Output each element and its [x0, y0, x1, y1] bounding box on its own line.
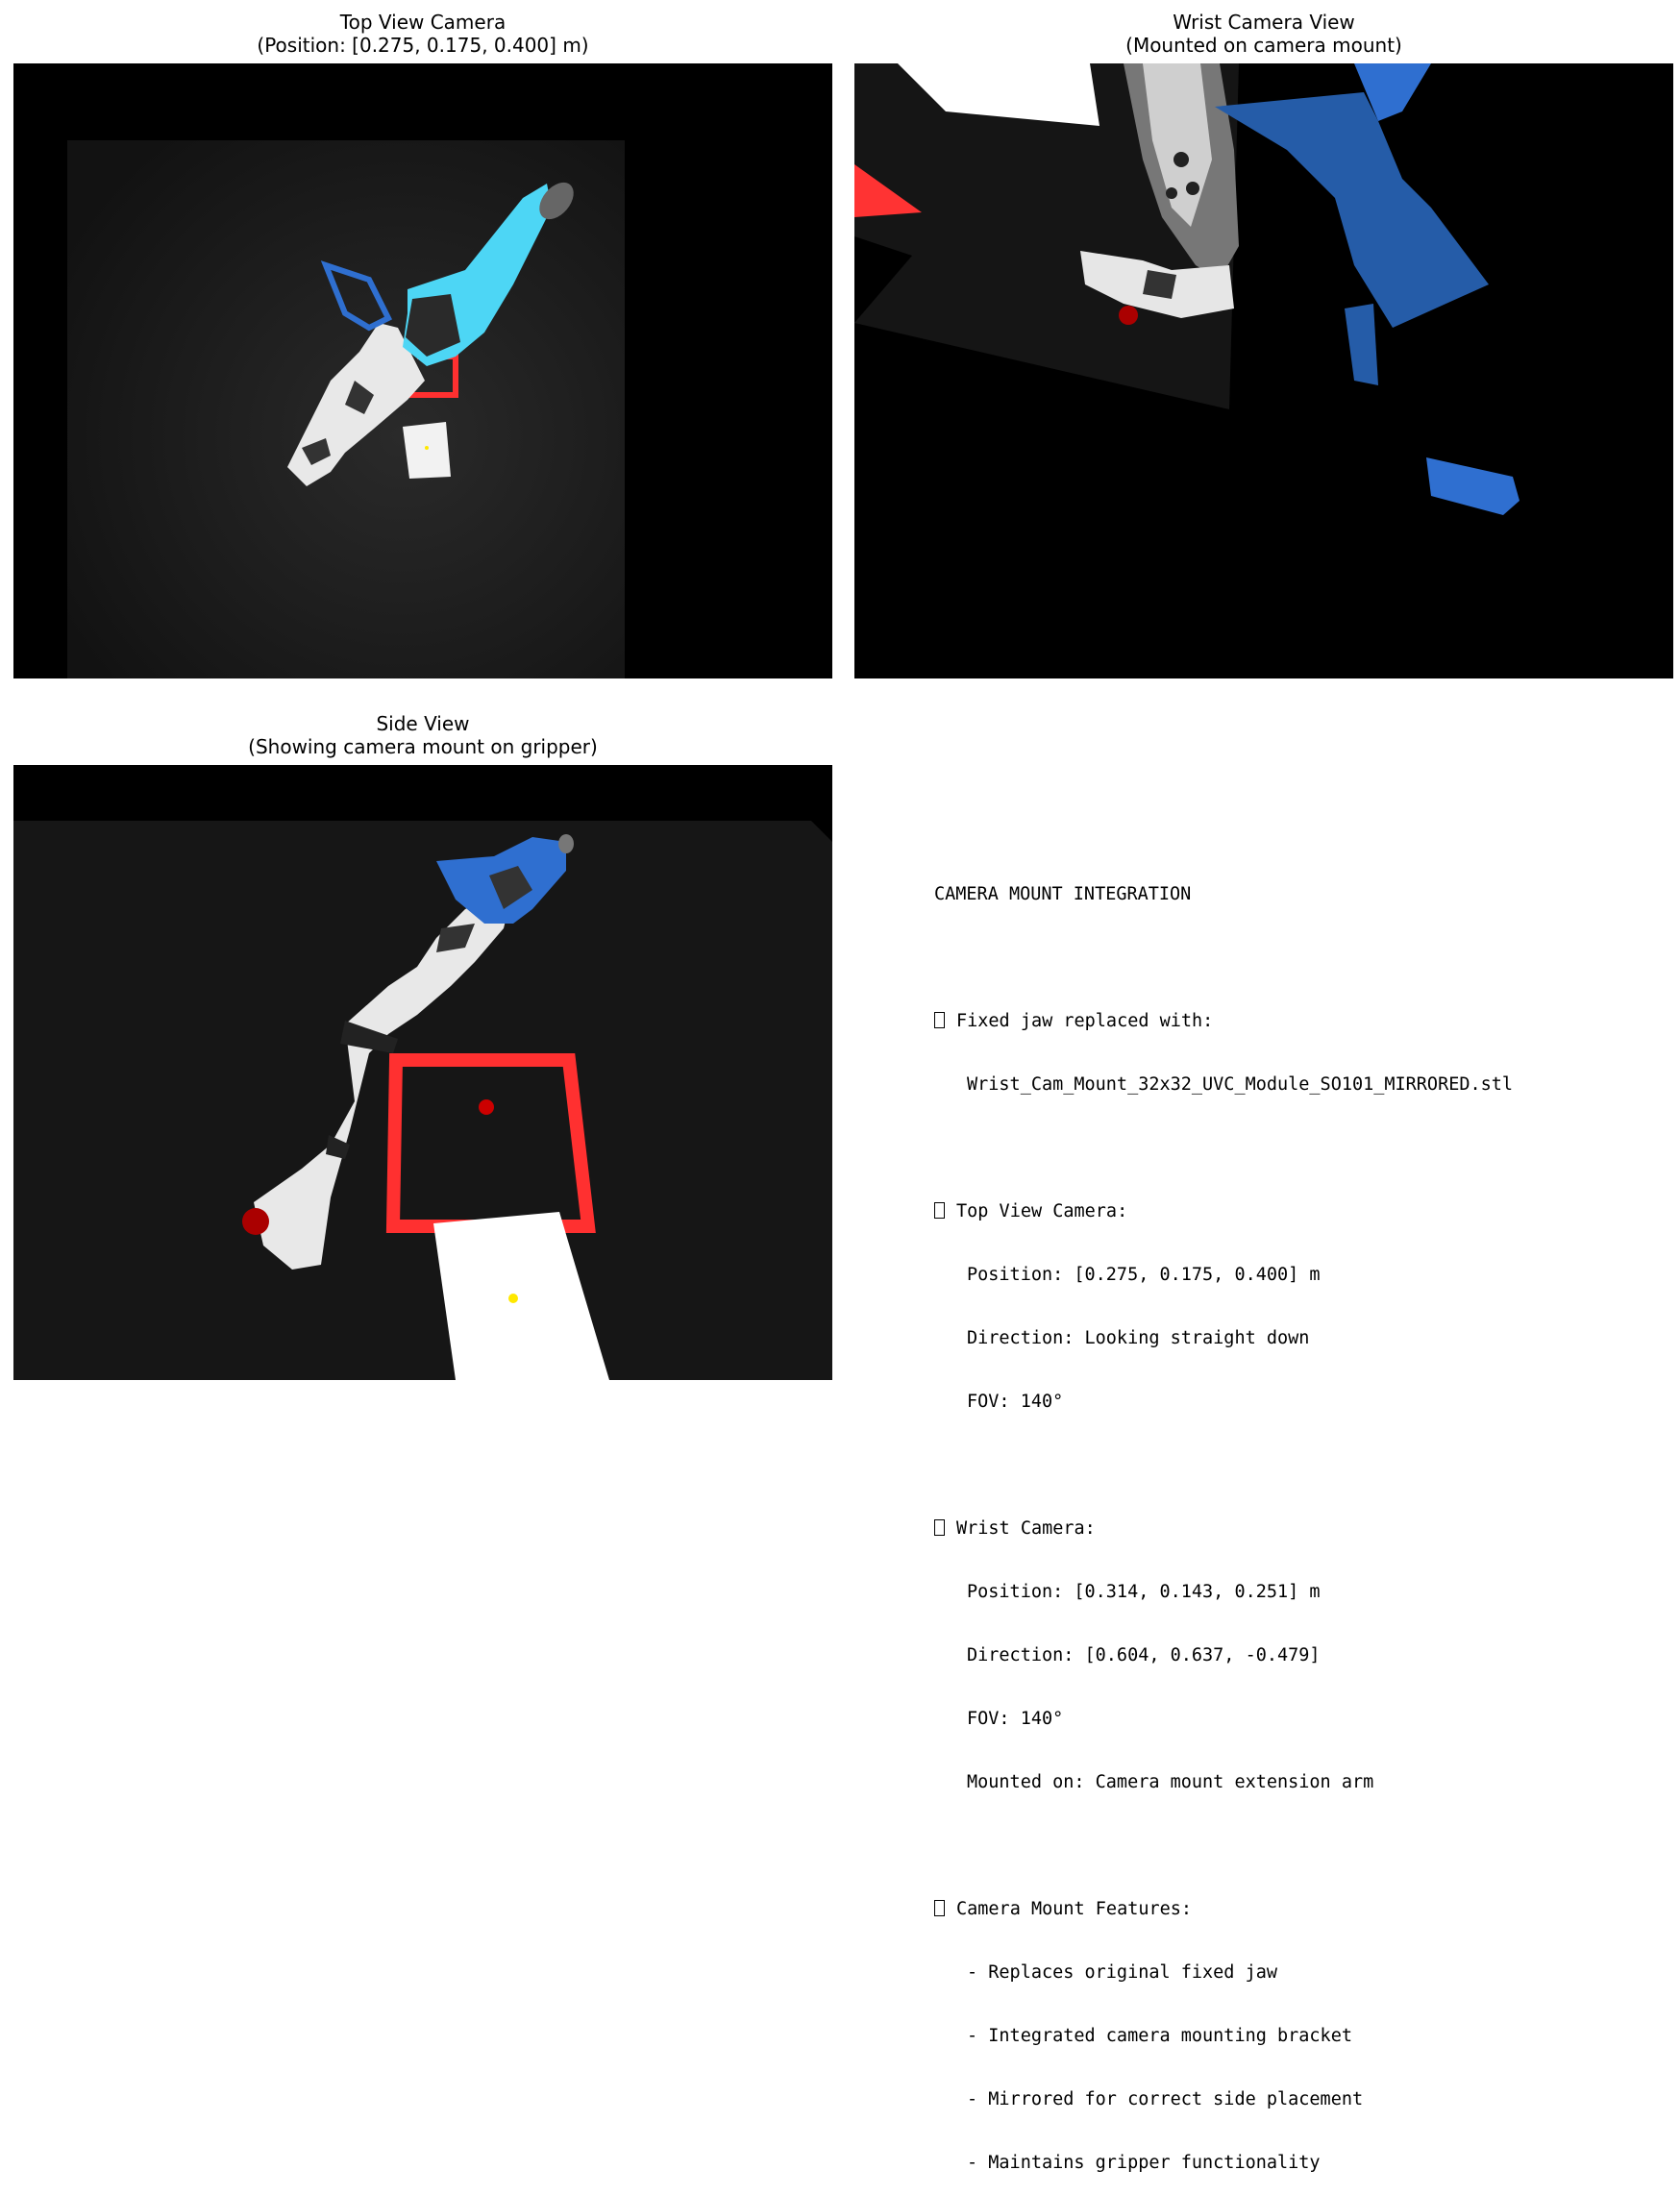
side-view-title: Side View (Showing camera mount on gripp…	[13, 712, 832, 758]
info-heading: CAMERA MOUNT INTEGRATION	[934, 884, 1192, 904]
fixed-jaw-label: Fixed jaw replaced with:	[956, 1011, 1214, 1031]
top-view-camera-image	[13, 63, 832, 678]
top-view-title-line: Top View Camera	[339, 11, 506, 34]
fixed-jaw-value: Wrist_Cam_Mount_32x32_UVC_Module_SO101_M…	[967, 1074, 1514, 1095]
top-camera-fov: FOV: 140°	[967, 1392, 1064, 1412]
feature-item: - Replaces original fixed jaw	[967, 1962, 1278, 1983]
feature-item: - Integrated camera mounting bracket	[967, 2026, 1352, 2046]
wrist-view-title: Wrist Camera View (Mounted on camera mou…	[854, 11, 1673, 57]
side-view-title-line: Side View	[376, 712, 470, 735]
wrist-camera-image	[854, 63, 1673, 678]
wrist-view-title-line: Wrist Camera View	[1173, 11, 1355, 34]
camera-icon	[934, 1519, 945, 1536]
top-view-subtitle: (Position: [0.275, 0.175, 0.400] m)	[257, 34, 589, 57]
checkbox-icon	[934, 1012, 945, 1028]
feature-item: - Mirrored for correct side placement	[967, 2089, 1364, 2109]
side-view-subtitle: (Showing camera mount on gripper)	[248, 735, 598, 758]
wrist-camera-fov: FOV: 140°	[967, 1709, 1064, 1729]
side-view-image	[13, 765, 832, 1380]
wrist-camera-mounted-on: Mounted on: Camera mount extension arm	[967, 1772, 1374, 1792]
camera-mount-info: CAMERA MOUNT INTEGRATION Fixed jaw repla…	[934, 842, 1513, 2195]
top-camera-direction: Direction: Looking straight down	[967, 1328, 1310, 1348]
wrist-camera-position: Position: [0.314, 0.143, 0.251] m	[967, 1582, 1321, 1602]
camera-icon	[934, 1202, 945, 1219]
top-camera-position: Position: [0.275, 0.175, 0.400] m	[967, 1265, 1321, 1285]
wrist-view-subtitle: (Mounted on camera mount)	[1125, 34, 1402, 57]
features-label: Camera Mount Features:	[956, 1899, 1193, 1919]
top-camera-label: Top View Camera:	[956, 1201, 1128, 1221]
wrist-camera-direction: Direction: [0.604, 0.637, -0.479]	[967, 1645, 1321, 1665]
wrist-camera-label: Wrist Camera:	[956, 1518, 1096, 1539]
feature-item: - Maintains gripper functionality	[967, 2153, 1321, 2173]
wrench-icon	[934, 1900, 945, 1916]
top-view-title: Top View Camera (Position: [0.275, 0.175…	[13, 11, 832, 57]
